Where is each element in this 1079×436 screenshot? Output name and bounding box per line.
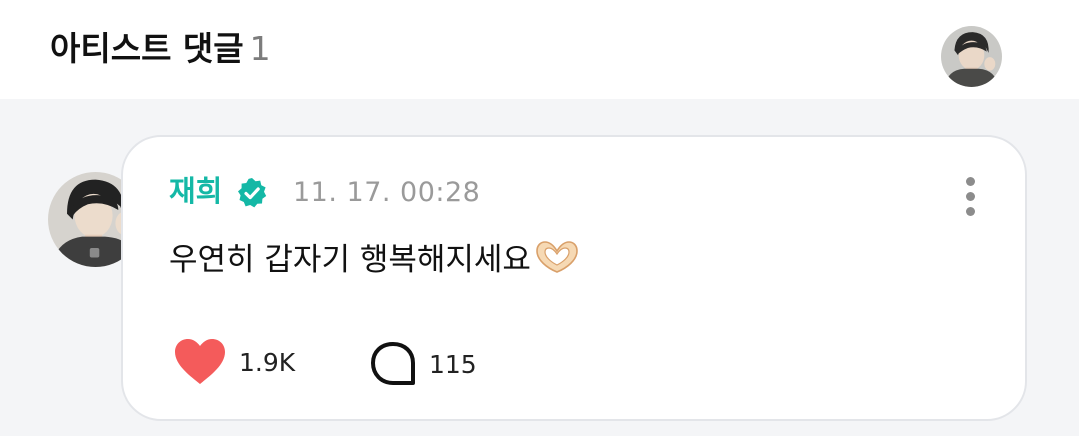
comment-timestamp: 11. 17. 00:28 — [293, 177, 481, 208]
comments-header: 아티스트 댓글 1 — [0, 0, 1079, 99]
header-avatar-image — [941, 26, 1002, 87]
reply-bubble-icon — [371, 342, 415, 385]
more-dot — [966, 192, 975, 201]
reply-button[interactable]: 115 — [369, 340, 477, 388]
more-dot — [966, 207, 975, 216]
more-options-button[interactable] — [961, 175, 981, 217]
author-name[interactable]: 재희 — [169, 177, 222, 206]
comment-count: 1 — [249, 29, 271, 68]
comment-body: 우연히 갑자기 행복해지세요 — [169, 238, 581, 279]
like-button[interactable]: 1.9K — [173, 337, 295, 387]
comment-text: 우연히 갑자기 행복해지세요 — [169, 242, 531, 278]
heart-hands-icon — [536, 241, 578, 273]
heart-icon — [175, 339, 225, 384]
header-title: 아티스트 댓글 1 — [50, 32, 271, 65]
header-title-text: 아티스트 댓글 — [50, 29, 244, 68]
more-vertical-icon — [966, 177, 975, 186]
header-user-avatar[interactable] — [941, 26, 1002, 87]
comment-card: 재희 11. 17. 00:28 우연히 갑자기 행복해지세요 1.9K 115 — [121, 135, 1027, 421]
like-count: 1.9K — [239, 347, 296, 377]
verified-badge-icon — [236, 177, 268, 209]
reply-count: 115 — [429, 349, 477, 379]
